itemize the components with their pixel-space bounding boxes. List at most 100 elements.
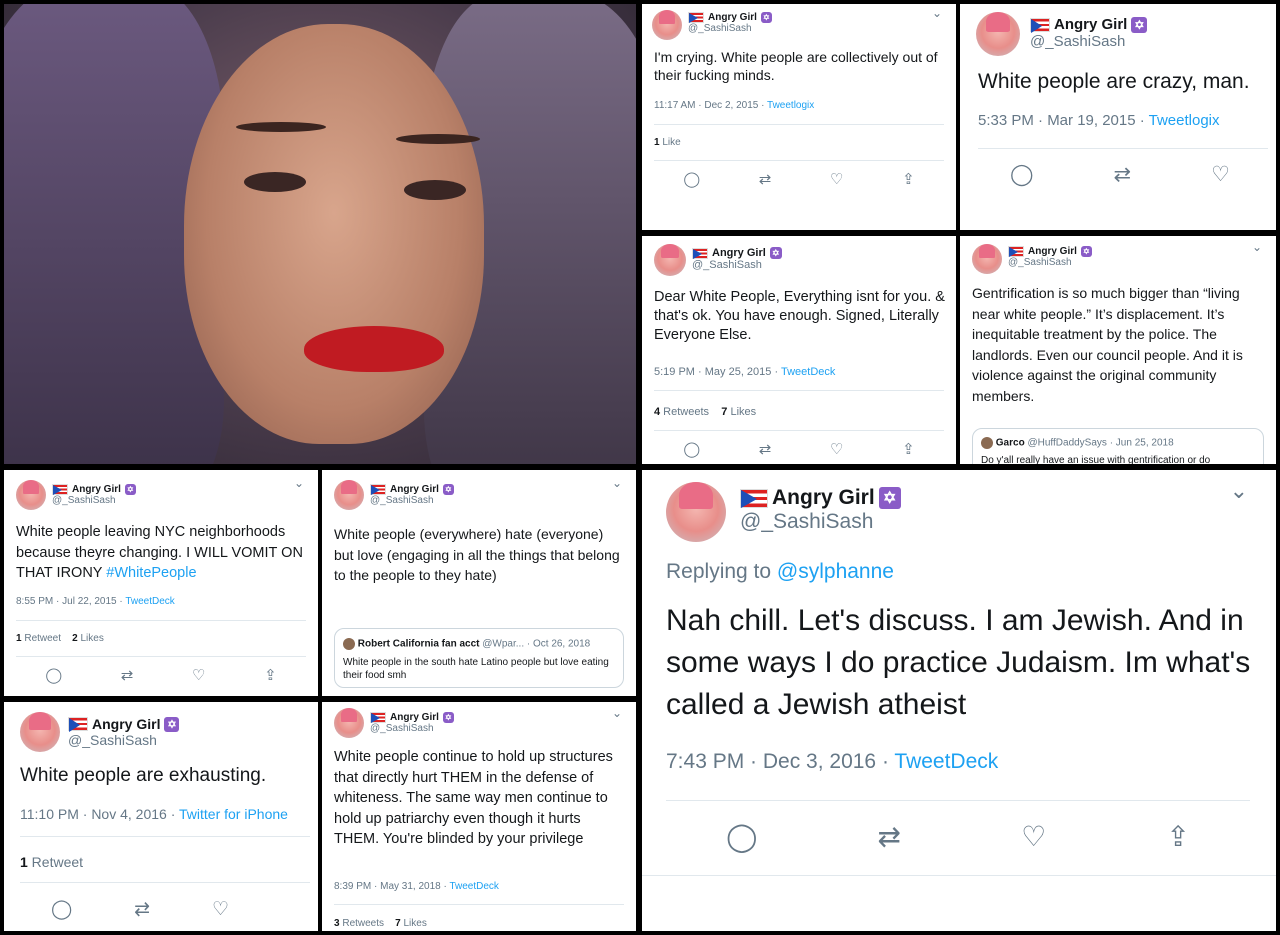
star-of-david-icon: ✡ xyxy=(760,12,772,23)
avatar[interactable] xyxy=(334,480,364,510)
engagement-stats[interactable]: 1 Retweet 2 Likes xyxy=(16,633,104,644)
quoted-author-handle: @Wpar... · Oct 26, 2018 xyxy=(482,638,591,650)
quoted-author-name: Garco xyxy=(995,437,1025,449)
retweet-icon[interactable]: ⇄ xyxy=(759,170,772,188)
tweet-text: Dear White People, Everything isnt for y… xyxy=(654,289,945,343)
heart-icon[interactable]: ♡ xyxy=(830,440,843,458)
like-count[interactable]: 1 Like xyxy=(654,137,681,148)
star-of-david-icon: ✡ xyxy=(124,484,136,495)
avatar[interactable] xyxy=(666,482,726,542)
author-name[interactable]: Angry Girl xyxy=(1028,246,1077,257)
reply-icon[interactable]: ◯ xyxy=(683,170,700,188)
quoted-tweet[interactable]: Garco @HuffDaddySays · Jun 25, 2018 Do y… xyxy=(972,428,1264,464)
star-of-david-icon: ✡ xyxy=(1131,16,1148,33)
tweet-card-crying: Angry Girl ✡ @_SashiSash ⌄ I'm crying. Wh… xyxy=(642,4,956,230)
author-name[interactable]: Angry Girl xyxy=(72,484,121,495)
author-handle[interactable]: @_SashiSash xyxy=(688,23,772,34)
tweet-timestamp[interactable]: 8:55 PM · Jul 22, 2015 · TweetDeck xyxy=(16,596,175,607)
puerto-rico-flag-icon xyxy=(52,484,68,495)
chevron-down-icon[interactable]: ⌄ xyxy=(612,476,622,490)
author-handle[interactable]: @_SashiSash xyxy=(1030,33,1147,50)
chevron-down-icon[interactable]: ⌄ xyxy=(1252,240,1262,254)
tweet-timestamp[interactable]: 11:10 PM · Nov 4, 2016 · Twitter for iPh… xyxy=(20,806,288,822)
quoted-tweet[interactable]: Robert California fan acct @Wpar... · Oc… xyxy=(334,628,624,688)
retweet-icon[interactable]: ⇄ xyxy=(878,820,901,853)
star-of-david-icon: ✡ xyxy=(769,247,782,259)
reply-icon[interactable]: ◯ xyxy=(683,440,700,458)
tweet-text: Gentrification is so much bigger than “l… xyxy=(972,285,1243,404)
tweet-timestamp[interactable]: 11:17 AM · Dec 2, 2015 · Tweetlogix xyxy=(654,100,814,111)
tweet-timestamp[interactable]: 7:43 PM · Dec 3, 2016 · TweetDeck xyxy=(666,750,998,774)
tweet-text: White people leaving NYC neighborhoods b… xyxy=(16,524,303,581)
share-icon[interactable]: ⇪ xyxy=(264,666,277,684)
avatar[interactable] xyxy=(654,244,686,276)
puerto-rico-flag-icon xyxy=(1008,246,1024,257)
author-name[interactable]: Angry Girl xyxy=(708,12,757,23)
puerto-rico-flag-icon xyxy=(1030,17,1050,33)
tweet-timestamp[interactable]: 8:39 PM · May 31, 2018 · TweetDeck xyxy=(334,881,499,892)
tweet-text: White people are crazy, man. xyxy=(978,70,1250,93)
heart-icon[interactable]: ♡ xyxy=(212,898,229,921)
tweet-card-dear-white-people: Angry Girl ✡ @_SashiSash Dear White Peopl… xyxy=(642,236,956,464)
tweet-card-jewish-atheist: Angry Girl ✡ @_SashiSash ⌄ Replying to @s… xyxy=(642,470,1276,931)
author-handle[interactable]: @_SashiSash xyxy=(370,495,454,506)
avatar[interactable] xyxy=(976,12,1020,56)
author-name[interactable]: Angry Girl xyxy=(92,716,160,732)
author-name[interactable]: Angry Girl xyxy=(772,486,875,510)
tweet-text: White people are exhausting. xyxy=(20,765,267,786)
quoted-tweet-text: Do y'all really have an issue with gentr… xyxy=(981,455,1211,464)
reply-icon[interactable]: ◯ xyxy=(726,820,757,853)
author-name[interactable]: Angry Girl xyxy=(390,484,439,495)
avatar[interactable] xyxy=(334,708,364,738)
engagement-stats[interactable]: 3 Retweets 7 Likes xyxy=(334,918,427,929)
share-icon[interactable]: ⇪ xyxy=(902,440,915,458)
author-handle[interactable]: @_SashiSash xyxy=(370,723,454,734)
share-icon[interactable]: ⇪ xyxy=(1166,820,1189,853)
reply-icon[interactable]: ◯ xyxy=(1010,162,1034,187)
author-handle[interactable]: @_SashiSash xyxy=(692,259,782,271)
tweet-card-nyc: Angry Girl ✡ @_SashiSash ⌄ White people l… xyxy=(4,470,318,696)
author-name[interactable]: Angry Girl xyxy=(1054,16,1127,33)
star-of-david-icon: ✡ xyxy=(442,712,454,723)
avatar[interactable] xyxy=(16,480,46,510)
heart-icon[interactable]: ♡ xyxy=(1021,820,1046,853)
tweet-timestamp[interactable]: 5:33 PM · Mar 19, 2015 · Tweetlogix xyxy=(978,112,1220,129)
reply-context: Replying to @sylphanne xyxy=(666,560,894,583)
star-of-david-icon: ✡ xyxy=(1080,246,1092,257)
avatar xyxy=(981,437,993,449)
chevron-down-icon[interactable]: ⌄ xyxy=(612,706,622,720)
quoted-author-name: Robert California fan acct xyxy=(357,638,480,650)
retweet-icon[interactable]: ⇄ xyxy=(121,666,134,684)
avatar[interactable] xyxy=(652,10,682,40)
chevron-down-icon[interactable]: ⌄ xyxy=(294,476,304,490)
share-icon[interactable]: ⇪ xyxy=(902,170,915,188)
hashtag-link[interactable]: #WhitePeople xyxy=(106,565,196,581)
tweet-card-structures: Angry Girl ✡ @_SashiSash ⌄ White people c… xyxy=(322,702,636,931)
retweet-count[interactable]: 1 Retweet xyxy=(20,854,83,870)
retweet-icon[interactable]: ⇄ xyxy=(134,898,150,921)
profile-photo xyxy=(4,4,636,464)
reply-to-link[interactable]: @sylphanne xyxy=(777,560,894,583)
author-handle[interactable]: @_SashiSash xyxy=(52,495,136,506)
avatar[interactable] xyxy=(20,712,60,752)
chevron-down-icon[interactable]: ⌄ xyxy=(932,6,942,20)
tweet-timestamp[interactable]: 5:19 PM · May 25, 2015 · TweetDeck xyxy=(654,366,835,378)
author-handle[interactable]: @_SashiSash xyxy=(740,510,901,534)
chevron-down-icon[interactable]: ⌄ xyxy=(1230,478,1248,504)
author-name[interactable]: Angry Girl xyxy=(712,247,766,259)
reply-icon[interactable]: ◯ xyxy=(45,666,62,684)
heart-icon[interactable]: ♡ xyxy=(192,666,205,684)
heart-icon[interactable]: ♡ xyxy=(830,170,843,188)
retweet-icon[interactable]: ⇄ xyxy=(759,440,772,458)
author-name[interactable]: Angry Girl xyxy=(390,712,439,723)
engagement-stats[interactable]: 4 Retweets 7 Likes xyxy=(654,406,756,418)
author-handle[interactable]: @_SashiSash xyxy=(1008,257,1092,268)
quoted-author-handle: @HuffDaddySays · Jun 25, 2018 xyxy=(1027,437,1174,449)
reply-icon[interactable]: ◯ xyxy=(51,898,72,921)
author-handle[interactable]: @_SashiSash xyxy=(68,732,179,748)
avatar[interactable] xyxy=(972,244,1002,274)
star-of-david-icon: ✡ xyxy=(442,484,454,495)
heart-icon[interactable]: ♡ xyxy=(1211,162,1230,187)
puerto-rico-flag-icon xyxy=(688,12,704,23)
retweet-icon[interactable]: ⇄ xyxy=(1114,162,1132,187)
